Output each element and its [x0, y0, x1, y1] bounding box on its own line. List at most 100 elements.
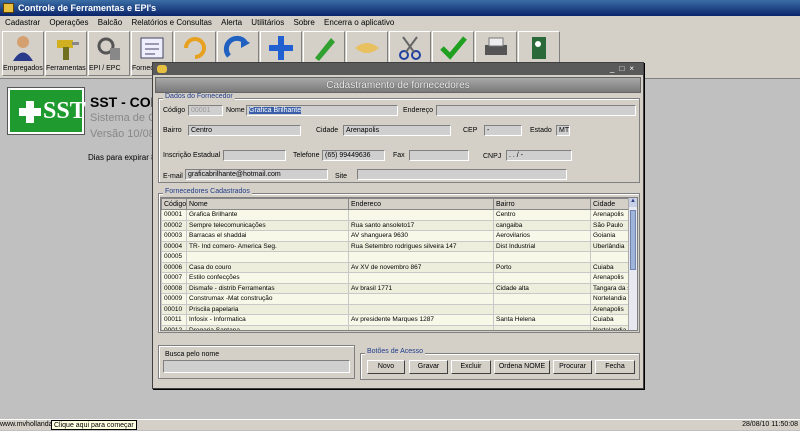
table-cell: Casa do couro: [186, 261, 349, 273]
exit-icon: [532, 37, 546, 59]
table-cell: Rua Setembro rodrigues silveira 147: [348, 240, 494, 252]
site-field[interactable]: [357, 169, 567, 180]
table-cell: cangaiba: [493, 219, 591, 231]
col-endereco[interactable]: Endereco: [348, 198, 494, 210]
telefone-field[interactable]: (65) 99449636: [322, 150, 385, 161]
col-nome[interactable]: Nome: [186, 198, 349, 210]
table-cell: Aerovilarios: [493, 230, 591, 242]
table-cell: Arenapolis: [590, 303, 632, 315]
excluir-button[interactable]: Excluir: [451, 360, 491, 374]
table-row[interactable]: 00011 Infosix - Informatica Av presidente …: [161, 314, 632, 326]
taskbar: www.mvhollanda Clique aqui para começar …: [0, 419, 800, 430]
nome-field[interactable]: Grafica Brilhante: [246, 105, 398, 116]
menu-cadastrar[interactable]: Cadastrar: [5, 18, 40, 27]
person-icon: [13, 36, 33, 61]
table-cell: Drogaria Santana: [186, 324, 349, 330]
label-site: Site: [335, 173, 348, 180]
drill-icon: [57, 40, 79, 60]
fecha-button[interactable]: Fecha: [595, 360, 635, 374]
table-cell: Cidade alta: [493, 282, 591, 294]
table-cell: Dismafe - distrib Ferramentas: [186, 282, 349, 294]
ordena-nome-button[interactable]: Ordena NOME: [494, 360, 550, 374]
window-controls[interactable]: _□×: [610, 63, 639, 75]
table-cell: [348, 303, 494, 315]
suppliers-table[interactable]: Código Nome Endereco Bairro Cidade 00001…: [160, 197, 638, 331]
cep-field[interactable]: -: [484, 125, 522, 136]
fax-field[interactable]: [409, 150, 469, 161]
scroll-thumb[interactable]: [630, 210, 636, 270]
label-cidade: Cidade: [316, 127, 339, 134]
table-cell: Rua santo ansoleto17: [348, 219, 494, 231]
codigo-field[interactable]: 00001: [188, 105, 223, 116]
menu-balcao[interactable]: Balcão: [98, 18, 122, 27]
search-input[interactable]: [163, 360, 350, 373]
app-icon: [3, 3, 14, 13]
empregados-button[interactable]: Empregados: [2, 31, 44, 76]
table-header: Código Nome Endereco Bairro Cidade: [161, 198, 632, 210]
label-estado: Estado: [530, 127, 552, 134]
col-codigo[interactable]: Código: [161, 198, 187, 210]
email-field[interactable]: graficabrilhante@hotmail.com: [185, 169, 328, 180]
window-titlebar: Controle de Ferramentas e EPI's: [0, 0, 800, 16]
table-cell: 00009: [161, 293, 187, 305]
table-scrollbar[interactable]: ▲: [628, 198, 637, 330]
table-cell: [493, 293, 591, 305]
table-row[interactable]: 00009 Construmax -Mat construção Norteland…: [161, 293, 632, 305]
table-row[interactable]: 00012 Drogaria Santana Nortelandia: [161, 324, 632, 330]
table-cell: 00012: [161, 324, 187, 330]
gravar-button[interactable]: Gravar: [409, 360, 448, 374]
cnpj-field[interactable]: . . / -: [506, 150, 572, 161]
table-row[interactable]: 00006 Casa do couro Av XV de novembro 867 P…: [161, 261, 632, 273]
table-row[interactable]: 00003 Barracas el shaddai AV shanguera 963…: [161, 230, 632, 242]
menu-alerta[interactable]: Alerta: [221, 18, 242, 27]
table-cell: Centro: [493, 209, 591, 221]
ferramentas-button[interactable]: Ferramentas: [45, 31, 87, 76]
table-cell: 00005: [161, 251, 187, 263]
window-title: Controle de Ferramentas e EPI's: [18, 3, 157, 13]
table-cell: 00003: [161, 230, 187, 242]
table-row[interactable]: 00008 Dismafe - distrib Ferramentas Av bra…: [161, 282, 632, 294]
bairro-field[interactable]: Centro: [188, 125, 301, 136]
table-cell: 00007: [161, 272, 187, 284]
table-row[interactable]: 00004 TR- Ind comero- America Seg. Rua Set…: [161, 240, 632, 252]
col-bairro[interactable]: Bairro: [493, 198, 591, 210]
inscricao-field[interactable]: [223, 150, 286, 161]
table-row[interactable]: 00010 Priscila papelaria Arenapolis: [161, 303, 632, 315]
taskbar-clock: 28/08/10 11:50:08: [742, 421, 798, 428]
scroll-up-icon[interactable]: ▲: [629, 198, 637, 207]
estado-field[interactable]: MT: [556, 125, 570, 136]
table-cell: [493, 251, 591, 263]
gear-tools-icon: [97, 37, 120, 60]
table-cell: [348, 324, 494, 330]
table-cell: [348, 272, 494, 284]
table-cell: [186, 251, 349, 263]
table-cell: [348, 209, 494, 221]
table-cell: [493, 303, 591, 315]
table-cell: 00001: [161, 209, 187, 221]
menu-utilitarios[interactable]: Utilitários: [251, 18, 284, 27]
table-cell: Arenapolis: [590, 272, 632, 284]
menu-relatorios[interactable]: Relatórios e Consultas: [131, 18, 211, 27]
novo-button[interactable]: Novo: [367, 360, 405, 374]
table-cell: Uberlândia: [590, 240, 632, 252]
procurar-button[interactable]: Procurar: [553, 360, 592, 374]
endereco-field[interactable]: [436, 105, 636, 116]
menu-sobre[interactable]: Sobre: [293, 18, 314, 27]
table-row[interactable]: 00005: [161, 251, 632, 263]
table-cell: Sempre telecomunicações: [186, 219, 349, 231]
start-tooltip[interactable]: Clique aqui para começar: [51, 420, 137, 430]
cidade-field[interactable]: Arenapolis: [343, 125, 451, 136]
menu-operacoes[interactable]: Operações: [49, 18, 88, 27]
search-label: Busca pelo nome: [165, 351, 220, 358]
dialog-app-icon: [157, 65, 167, 73]
table-cell: Barracas el shaddai: [186, 230, 349, 242]
table-cell: 00010: [161, 303, 187, 315]
menu-encerra[interactable]: Encerra o aplicativo: [324, 18, 394, 27]
epi-epc-button[interactable]: EPI / EPC: [88, 31, 130, 76]
label-endereco: Endereço: [403, 107, 433, 114]
table-row[interactable]: 00007 Estilo confecções Arenapolis: [161, 272, 632, 284]
col-cidade[interactable]: Cidade: [590, 198, 632, 210]
table-row[interactable]: 00001 Grafica Brilhante Centro Arenapolis: [161, 209, 632, 221]
table-row[interactable]: 00002 Sempre telecomunicações Rua santo an…: [161, 219, 632, 231]
table-cell: São Paulo: [590, 219, 632, 231]
